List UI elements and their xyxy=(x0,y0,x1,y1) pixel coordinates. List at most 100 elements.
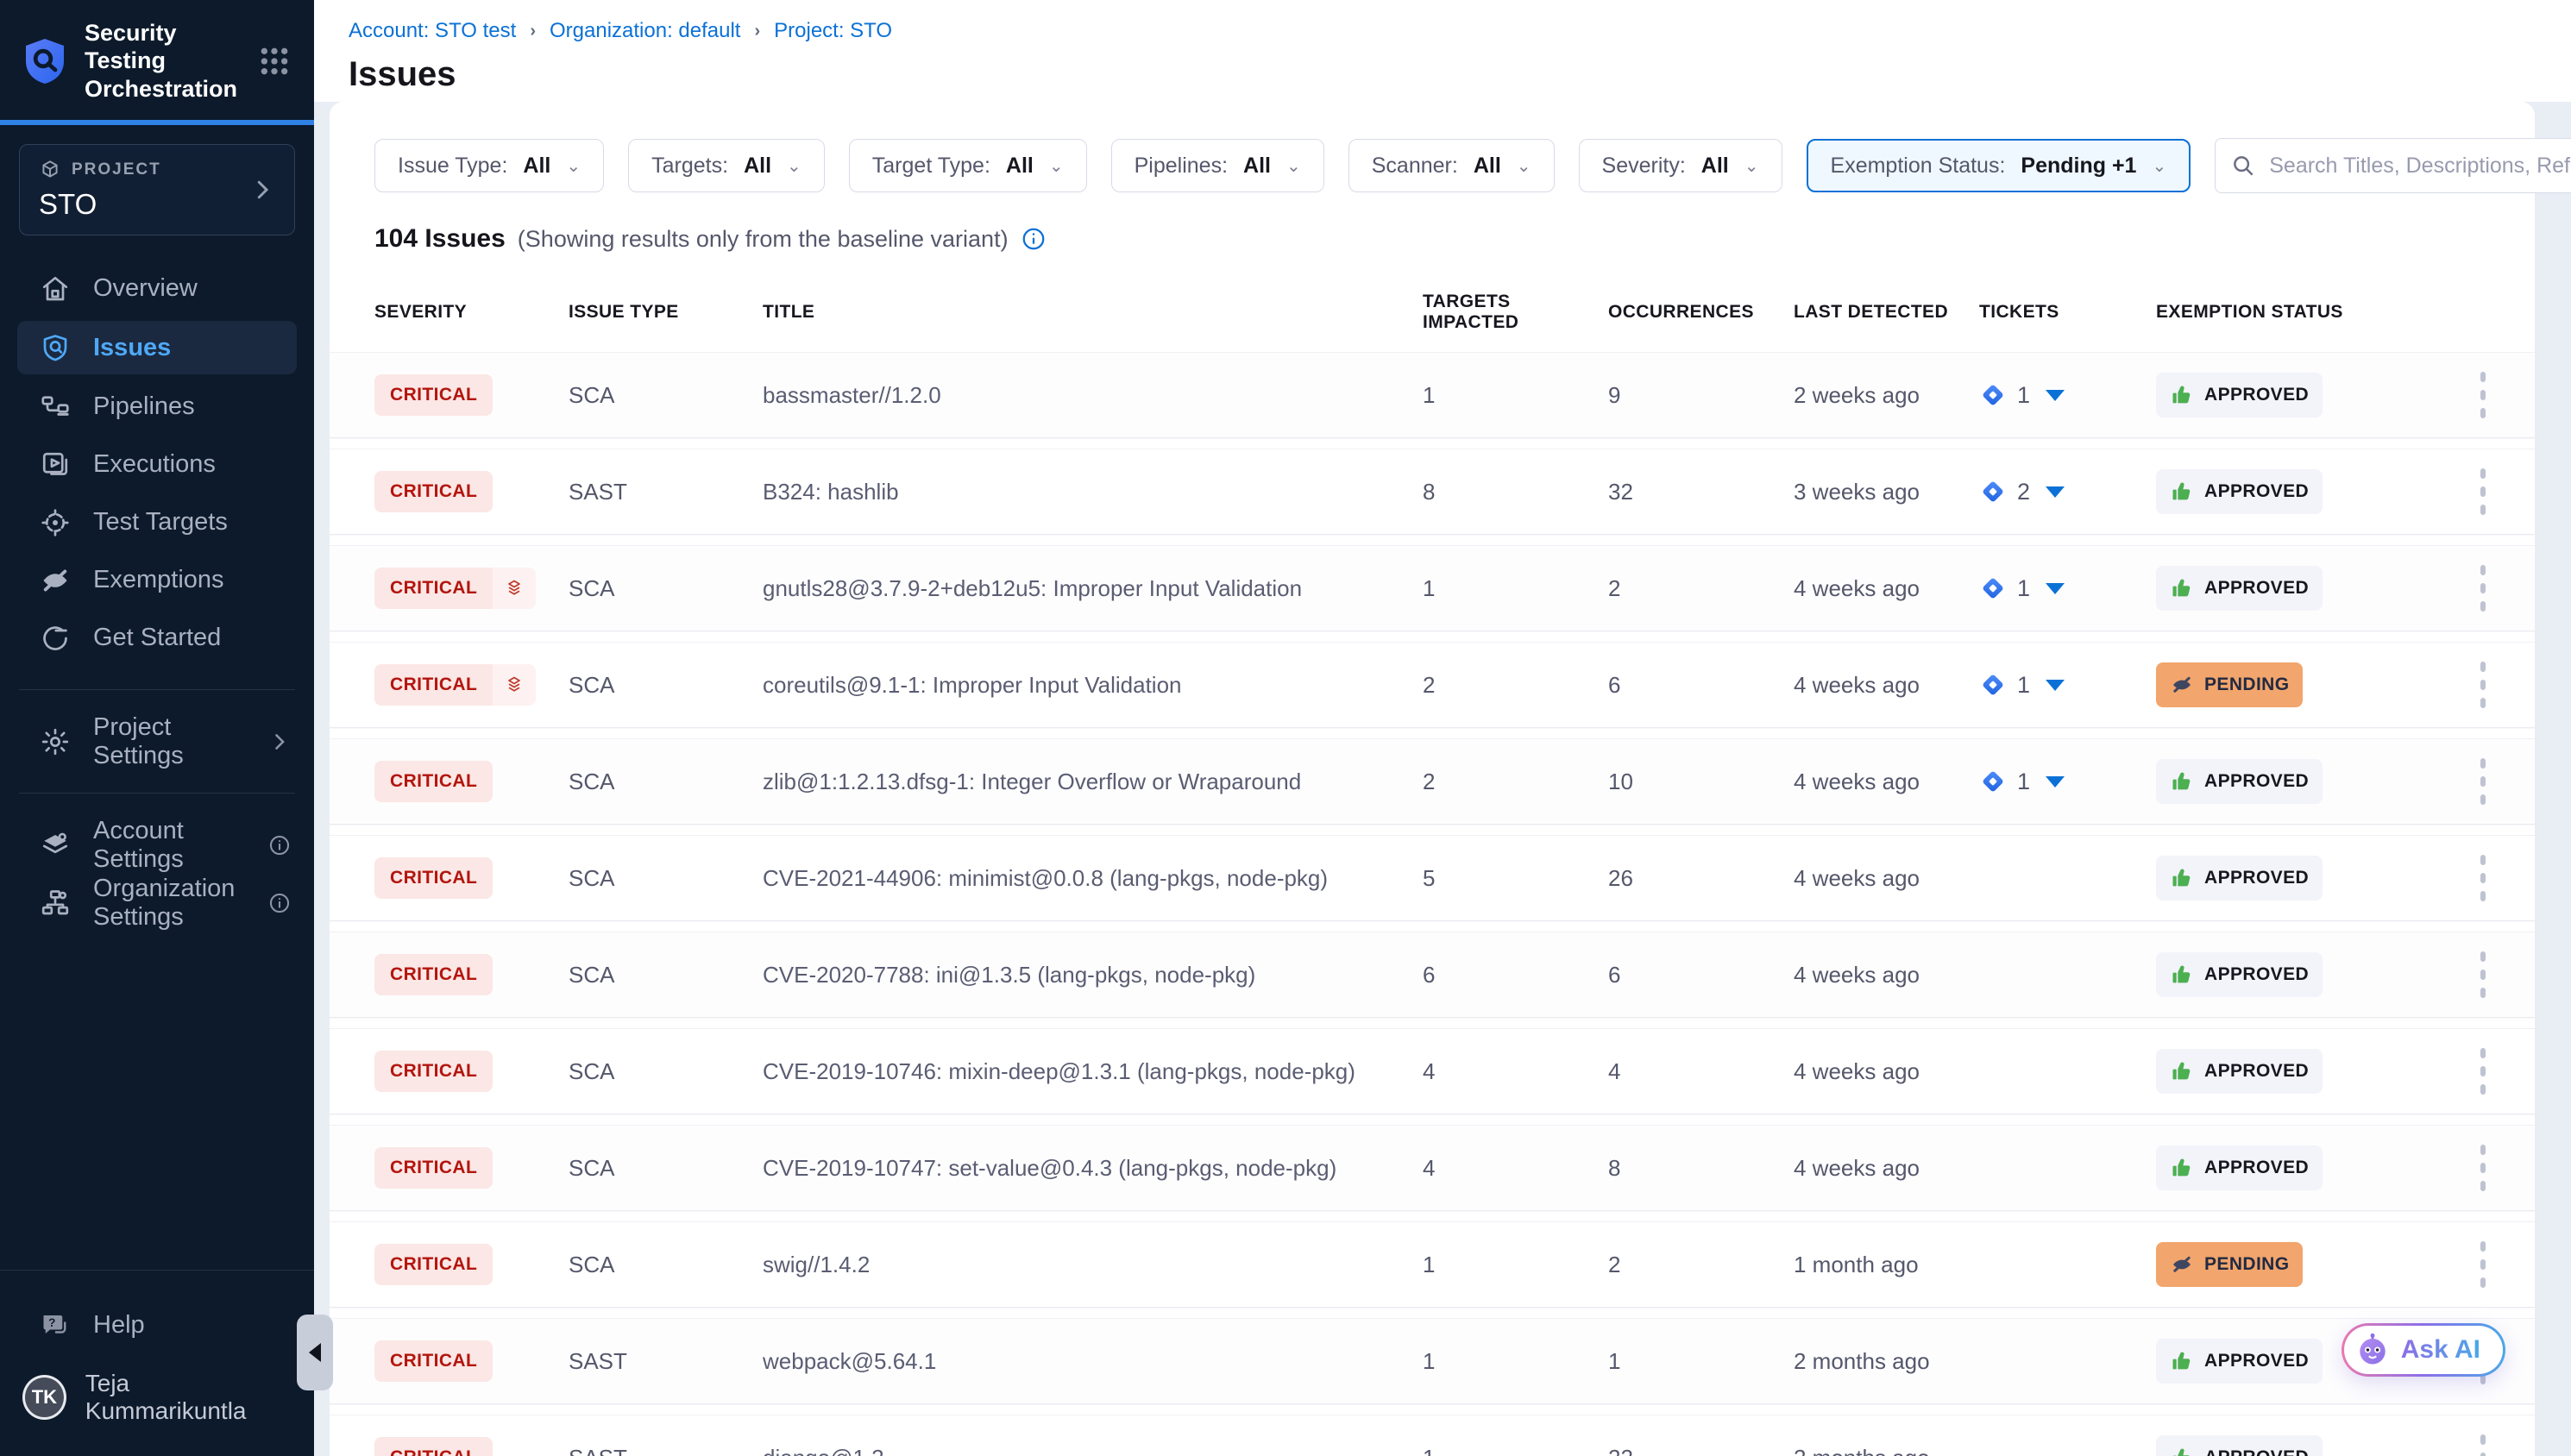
table-row[interactable]: CRITICAL SAST B324: hashlib 8 32 3 weeks… xyxy=(330,449,2535,535)
ask-ai-button[interactable]: Ask AI xyxy=(2342,1323,2505,1377)
layers-red-icon xyxy=(493,664,536,706)
issue-title[interactable]: CVE-2020-7788: ini@1.3.5 (lang-pkgs, nod… xyxy=(763,962,1423,988)
targets-impacted: 2 xyxy=(1423,769,1608,795)
issue-title[interactable]: gnutls28@3.7.9-2+deb12u5: Improper Input… xyxy=(763,575,1423,602)
exemption-status-cell: APPROVED xyxy=(2156,566,2415,611)
row-menu-button[interactable] xyxy=(2466,757,2500,806)
sidebar-item-pipelines[interactable]: Pipelines xyxy=(0,378,314,436)
sidebar-item-label: Test Targets xyxy=(93,508,292,537)
filter-targets[interactable]: Targets:All⌄ xyxy=(628,139,825,192)
pipelines-icon xyxy=(40,392,71,423)
row-menu-button[interactable] xyxy=(2466,1434,2500,1456)
severity-badge: CRITICAL xyxy=(374,471,493,512)
breadcrumb-link[interactable]: Account: STO test xyxy=(349,19,516,43)
app-grid-menu-icon[interactable] xyxy=(257,44,292,78)
sidebar-item-overview[interactable]: Overview xyxy=(0,260,314,317)
last-detected: 1 month ago xyxy=(1794,1252,1979,1278)
table-row[interactable]: CRITICAL SCA coreutils@9.1-1: Improper I… xyxy=(330,642,2535,728)
breadcrumb-link[interactable]: Organization: default xyxy=(550,19,740,43)
chevron-down-icon[interactable] xyxy=(2046,583,2065,594)
chevron-down-icon[interactable] xyxy=(2046,680,2065,691)
tickets-cell[interactable]: 1 xyxy=(1979,671,2156,699)
issue-type: SAST xyxy=(569,479,763,505)
row-menu-button[interactable] xyxy=(2466,468,2500,516)
row-menu-button[interactable] xyxy=(2466,564,2500,612)
sidebar-item-executions[interactable]: Executions xyxy=(0,436,314,493)
scope-settings-nav: Account SettingsOrganization Settings xyxy=(0,816,314,932)
info-icon[interactable] xyxy=(267,833,292,857)
issue-type: SCA xyxy=(569,575,763,602)
tickets-cell[interactable]: 1 xyxy=(1979,574,2156,602)
occurrences: 1 xyxy=(1608,1348,1794,1375)
exemption-status-label: APPROVED xyxy=(2204,771,2309,792)
filter-issue-type[interactable]: Issue Type:All⌄ xyxy=(374,139,604,192)
chevron-down-icon[interactable] xyxy=(2046,486,2065,498)
issue-title[interactable]: zlib@1:1.2.13.dfsg-1: Integer Overflow o… xyxy=(763,769,1423,795)
filter-severity[interactable]: Severity:All⌄ xyxy=(1579,139,1782,192)
issue-type: SAST xyxy=(569,1348,763,1375)
sto-shield-logo-icon xyxy=(22,37,67,85)
issue-title[interactable]: swig//1.4.2 xyxy=(763,1252,1423,1278)
last-detected: 4 weeks ago xyxy=(1794,1058,1979,1085)
issue-title[interactable]: CVE-2021-44906: minimist@0.0.8 (lang-pkg… xyxy=(763,865,1423,892)
row-menu-button[interactable] xyxy=(2466,1240,2500,1289)
table-row[interactable]: CRITICAL SCA CVE-2019-10747: set-value@0… xyxy=(330,1125,2535,1211)
table-row[interactable]: CRITICAL SCA zlib@1:1.2.13.dfsg-1: Integ… xyxy=(330,738,2535,825)
issue-title[interactable]: bassmaster//1.2.0 xyxy=(763,382,1423,409)
severity-badge: CRITICAL xyxy=(374,857,493,899)
sidebar-item-help[interactable]: ? Help xyxy=(0,1296,314,1354)
issue-title[interactable]: CVE-2019-10747: set-value@0.4.3 (lang-pk… xyxy=(763,1155,1423,1182)
sidebar-item-issues[interactable]: Issues xyxy=(17,321,297,374)
tickets-cell[interactable]: 1 xyxy=(1979,381,2156,409)
filter-exemption-status[interactable]: Exemption Status:Pending +1⌄ xyxy=(1807,139,2191,192)
sidebar-item-project-settings[interactable]: Project Settings xyxy=(0,712,314,770)
filter-pipelines[interactable]: Pipelines:All⌄ xyxy=(1111,139,1324,192)
issue-title[interactable]: webpack@5.64.1 xyxy=(763,1348,1423,1375)
row-menu-button[interactable] xyxy=(2466,1047,2500,1095)
table-row[interactable]: CRITICAL SCA CVE-2019-10746: mixin-deep@… xyxy=(330,1028,2535,1114)
exemption-status-cell: APPROVED xyxy=(2156,373,2415,417)
issue-title[interactable]: coreutils@9.1-1: Improper Input Validati… xyxy=(763,672,1423,699)
table-row[interactable]: CRITICAL SCA CVE-2021-44906: minimist@0.… xyxy=(330,835,2535,921)
row-menu-button[interactable] xyxy=(2466,371,2500,419)
tickets-cell[interactable]: 1 xyxy=(1979,768,2156,795)
avatar[interactable]: TK xyxy=(22,1375,66,1420)
breadcrumb-link[interactable]: Project: STO xyxy=(774,19,892,43)
info-icon[interactable] xyxy=(267,891,292,915)
info-icon[interactable] xyxy=(1021,226,1047,252)
filter-target-type[interactable]: Target Type:All⌄ xyxy=(849,139,1087,192)
tickets-cell[interactable]: 2 xyxy=(1979,478,2156,505)
sidebar-collapse-handle[interactable] xyxy=(297,1315,333,1390)
issue-title[interactable]: B324: hashlib xyxy=(763,479,1423,505)
chevron-down-icon: ⌄ xyxy=(1286,155,1301,177)
row-menu-button[interactable] xyxy=(2466,661,2500,709)
sidebar-item-exemptions[interactable]: Exemptions xyxy=(0,551,314,609)
table-row[interactable]: CRITICAL SAST webpack@5.64.1 1 1 2 month… xyxy=(330,1318,2535,1404)
table-row[interactable]: CRITICAL SCA CVE-2020-7788: ini@1.3.5 (l… xyxy=(330,932,2535,1018)
chevron-down-icon[interactable] xyxy=(2046,390,2065,401)
table-row[interactable]: CRITICAL SAST django@1.2 1 22 2 months a… xyxy=(330,1415,2535,1456)
jira-ticket-icon xyxy=(1979,478,2007,505)
sidebar-item-label: Get Started xyxy=(93,624,292,652)
search-input[interactable] xyxy=(2215,138,2571,193)
table-row[interactable]: CRITICAL SCA swig//1.4.2 1 2 1 month ago… xyxy=(330,1221,2535,1308)
issue-type: SAST xyxy=(569,1445,763,1456)
table-row[interactable]: CRITICAL SCA gnutls28@3.7.9-2+deb12u5: I… xyxy=(330,545,2535,631)
row-menu-button[interactable] xyxy=(2466,854,2500,902)
project-selector[interactable]: PROJECT STO xyxy=(19,144,295,235)
jira-ticket-icon xyxy=(1979,768,2007,795)
issue-title[interactable]: django@1.2 xyxy=(763,1445,1423,1456)
sidebar-item-account-settings[interactable]: Account Settings xyxy=(0,816,314,874)
main-area: Account: STO test›Organization: default›… xyxy=(314,0,2571,1456)
row-menu-button[interactable] xyxy=(2466,1144,2500,1192)
table-row[interactable]: CRITICAL SCA bassmaster//1.2.0 1 9 2 wee… xyxy=(330,352,2535,438)
sidebar-item-get-started[interactable]: Get Started xyxy=(0,609,314,667)
sidebar-item-organization-settings[interactable]: Organization Settings xyxy=(0,874,314,932)
issue-title[interactable]: CVE-2019-10746: mixin-deep@1.3.1 (lang-p… xyxy=(763,1058,1423,1085)
chevron-down-icon[interactable] xyxy=(2046,776,2065,788)
row-menu-button[interactable] xyxy=(2466,951,2500,999)
user-row[interactable]: TK Teja Kummarikuntla xyxy=(0,1354,314,1425)
filter-scanner[interactable]: Scanner:All⌄ xyxy=(1348,139,1555,192)
exemption-status-badge: PENDING xyxy=(2156,1242,2303,1287)
sidebar-item-test-targets[interactable]: Test Targets xyxy=(0,493,314,551)
